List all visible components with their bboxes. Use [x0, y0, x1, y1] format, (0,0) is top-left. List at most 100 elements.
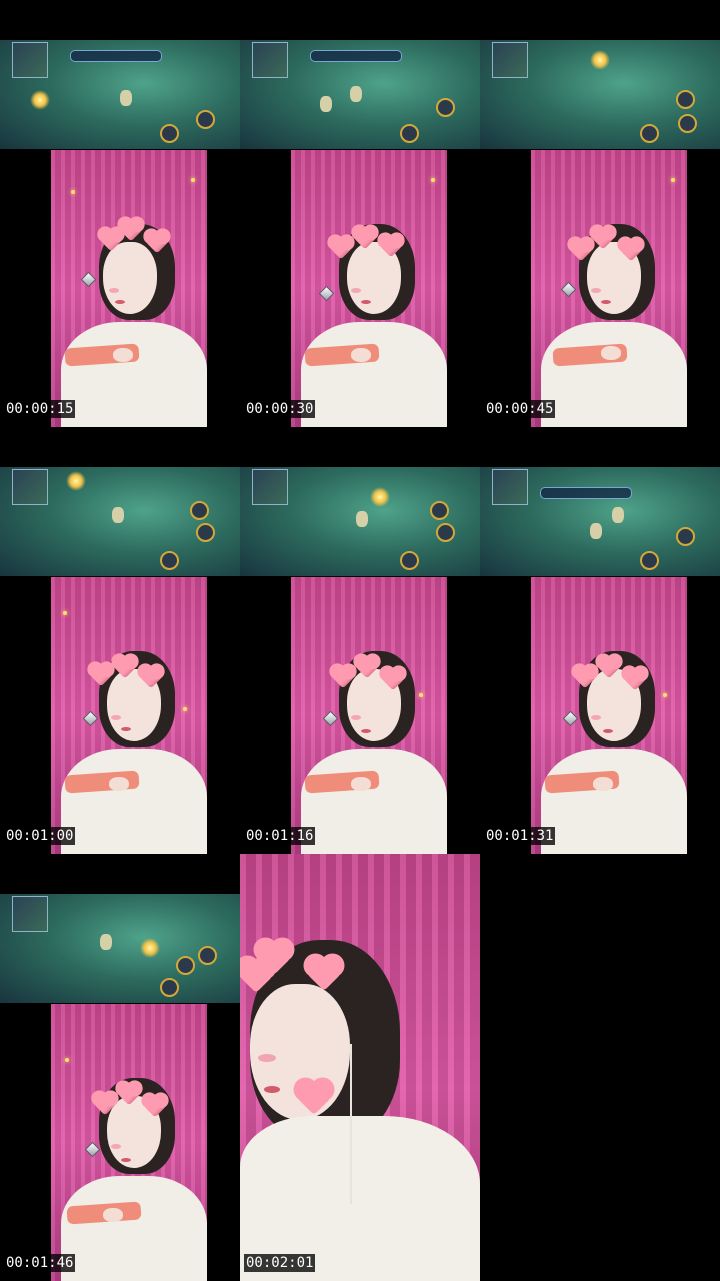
effect-glow	[66, 471, 86, 491]
hand	[593, 777, 613, 791]
minimap-icon	[492, 42, 528, 78]
sparkle-icon	[663, 693, 667, 697]
hand	[109, 777, 129, 791]
timestamp: 00:01:31	[484, 827, 556, 845]
skill-button-icon	[640, 551, 659, 570]
timestamp: 00:00:45	[484, 400, 556, 418]
game-screen	[480, 40, 720, 149]
blush	[351, 288, 361, 293]
skill-button-icon	[190, 501, 209, 520]
hero-sprite	[320, 96, 332, 112]
skill-button-icon	[196, 523, 215, 542]
sparkle-icon	[431, 178, 435, 182]
timestamp: 00:01:46	[4, 1254, 76, 1272]
hero-sprite	[112, 507, 124, 523]
sparkle-icon	[419, 693, 423, 697]
skill-button-icon	[196, 110, 215, 129]
lips	[601, 300, 611, 304]
shirt	[301, 749, 447, 854]
blush	[351, 715, 361, 720]
skill-button-icon	[676, 90, 695, 109]
hero-sprite	[356, 511, 368, 527]
frame-5: 00:01:16	[240, 427, 480, 854]
blush	[111, 715, 121, 720]
blush	[258, 1054, 276, 1062]
minimap-icon	[12, 896, 48, 932]
minimap-icon	[12, 42, 48, 78]
skill-button-icon	[676, 527, 695, 546]
frame-6: 00:01:31	[480, 427, 720, 854]
blush	[111, 1144, 121, 1149]
shirt	[61, 749, 207, 854]
chat-bubble	[540, 487, 632, 499]
game-screen	[0, 894, 240, 1003]
minimap-icon	[252, 469, 288, 505]
hero-sprite	[100, 934, 112, 950]
sparkle-icon	[183, 707, 187, 711]
hand	[351, 348, 371, 362]
chat-bubble	[70, 50, 162, 62]
skill-button-icon	[436, 98, 455, 117]
gem-icon	[318, 285, 335, 302]
frame-1: 00:00:15	[0, 0, 240, 427]
gem-icon	[322, 710, 339, 727]
timestamp: 00:01:00	[4, 827, 76, 845]
lips	[121, 727, 131, 731]
chat-bubble	[310, 50, 402, 62]
lips	[115, 300, 125, 304]
blush	[109, 288, 119, 293]
shirt	[61, 1176, 207, 1281]
blush	[591, 715, 601, 720]
sparkle-icon	[191, 178, 195, 182]
hero-sprite	[612, 507, 624, 523]
blush	[591, 288, 601, 293]
effect-glow	[590, 50, 610, 70]
timestamp: 00:00:30	[244, 400, 316, 418]
effect-glow	[370, 487, 390, 507]
hand	[601, 346, 621, 360]
shirt	[541, 749, 687, 854]
webcam-view	[531, 150, 687, 427]
webcam-view	[51, 150, 207, 427]
shirt	[301, 322, 447, 427]
skill-button-icon	[430, 501, 449, 520]
minimap-icon	[12, 469, 48, 505]
gem-icon	[84, 1141, 101, 1158]
webcam-view	[291, 150, 447, 427]
hand	[113, 348, 133, 362]
effect-glow	[140, 938, 160, 958]
gem-icon	[560, 281, 577, 298]
skill-button-icon	[198, 946, 217, 965]
webcam-view	[51, 577, 207, 854]
gem-icon	[562, 710, 579, 727]
face	[103, 242, 157, 314]
game-screen	[240, 467, 480, 576]
timestamp: 00:00:15	[4, 400, 76, 418]
webcam-view	[291, 577, 447, 854]
sparkle-icon	[65, 1058, 69, 1062]
gem-icon	[82, 710, 99, 727]
hand	[103, 1208, 123, 1222]
frame-2: 00:00:30	[240, 0, 480, 427]
skill-button-icon	[160, 551, 179, 570]
skill-button-icon	[160, 124, 179, 143]
frame-8: 00:02:01	[240, 854, 480, 1281]
webcam-view	[51, 1004, 207, 1281]
hero-sprite	[590, 523, 602, 539]
timestamp: 00:02:01	[244, 1254, 316, 1272]
game-screen	[0, 40, 240, 149]
gem-icon	[80, 271, 97, 288]
star-icon	[30, 90, 50, 110]
sparkle-icon	[63, 611, 67, 615]
lips	[361, 300, 371, 304]
game-screen	[0, 467, 240, 576]
shirt	[541, 322, 687, 427]
hero-sprite	[120, 90, 132, 106]
earphone-cord	[350, 1044, 352, 1204]
lips	[603, 729, 613, 733]
shirt	[61, 322, 207, 427]
skill-button-icon	[400, 124, 419, 143]
skill-button-icon	[436, 523, 455, 542]
skill-button-icon	[678, 114, 697, 133]
frame-3: 00:00:45	[480, 0, 720, 427]
